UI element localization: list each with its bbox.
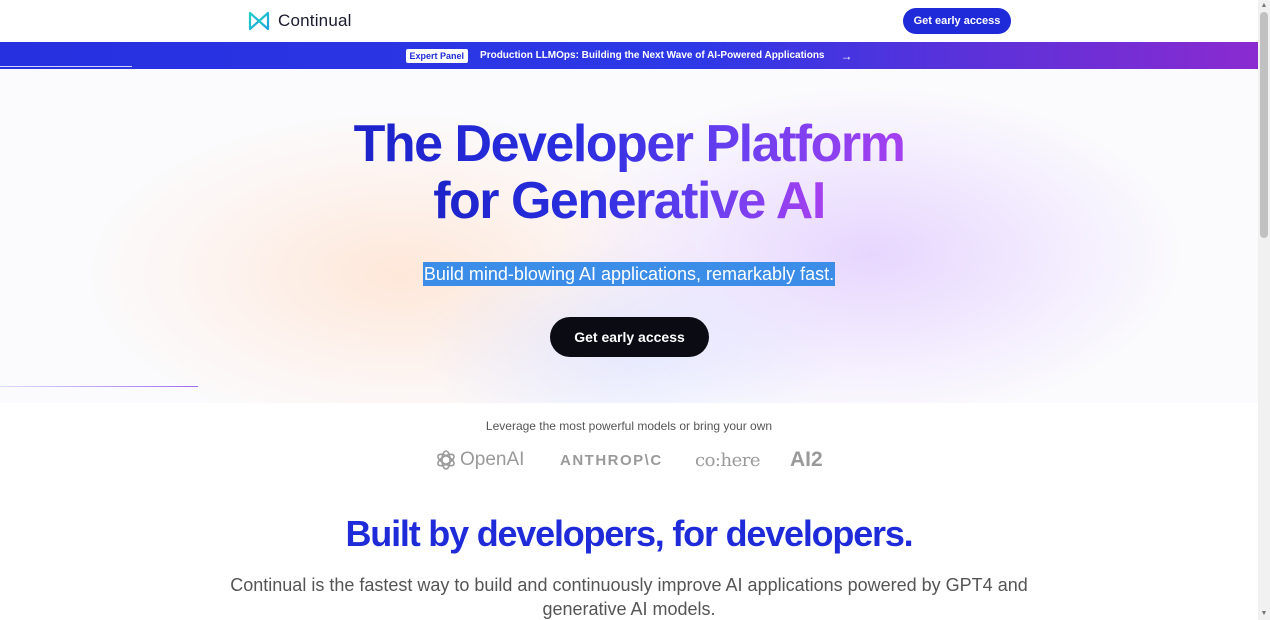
hero-subtitle: Build mind-blowing AI applications, rema… xyxy=(422,262,836,286)
hero-section: The Developer Platform for Generative AI… xyxy=(0,69,1258,403)
arrow-right-icon: → xyxy=(840,48,853,63)
openai-icon xyxy=(437,450,455,470)
hero-title: The Developer Platform for Generative AI xyxy=(0,116,1258,230)
scrollbar-thumb[interactable] xyxy=(1260,12,1268,238)
decorative-gradient-line xyxy=(0,386,198,387)
section-body: Continual is the fastest way to build an… xyxy=(230,575,1028,619)
site-header: Continual Get early access xyxy=(0,0,1258,42)
announcement-banner[interactable]: Expert Panel Production LLMOps: Building… xyxy=(0,42,1258,69)
hero-get-early-access-button[interactable]: Get early access xyxy=(550,317,709,357)
header-get-early-access-button[interactable]: Get early access xyxy=(903,8,1011,34)
cohere-logo: co:here xyxy=(695,449,760,471)
hero-title-line-2: for Generative AI xyxy=(433,172,826,230)
banner-badge: Expert Panel xyxy=(405,48,469,63)
anthropic-logo: ANTHROP\C xyxy=(560,451,663,469)
models-caption: Leverage the most powerful models or bri… xyxy=(485,419,773,433)
banner-link-text[interactable]: Production LLMOps: Building the Next Wav… xyxy=(480,50,824,61)
brand-name: Continual xyxy=(278,11,352,30)
scroll-down-arrow-icon[interactable]: ▼ xyxy=(1258,608,1270,620)
page-scrollbar[interactable]: ▲ ▼ xyxy=(1258,0,1270,620)
brand-logo[interactable]: Continual xyxy=(248,10,352,32)
decorative-line xyxy=(0,66,132,67)
model-logos: OpenAI ANTHROP\C co:here AI2 xyxy=(0,446,1258,474)
continual-logo-icon xyxy=(248,11,270,31)
section-title: Built by developers, for developers. xyxy=(345,513,914,554)
page: Continual Get early access Expert Panel … xyxy=(0,0,1258,620)
scroll-up-arrow-icon[interactable]: ▲ xyxy=(1258,0,1270,12)
hero-title-line-1: The Developer Platform xyxy=(353,115,905,173)
openai-wordmark: OpenAI xyxy=(460,449,525,470)
openai-logo: OpenAI xyxy=(435,446,524,474)
ai2-logo: AI2 xyxy=(790,448,823,471)
hero-subtitle-wrap: Build mind-blowing AI applications, rema… xyxy=(0,262,1258,286)
